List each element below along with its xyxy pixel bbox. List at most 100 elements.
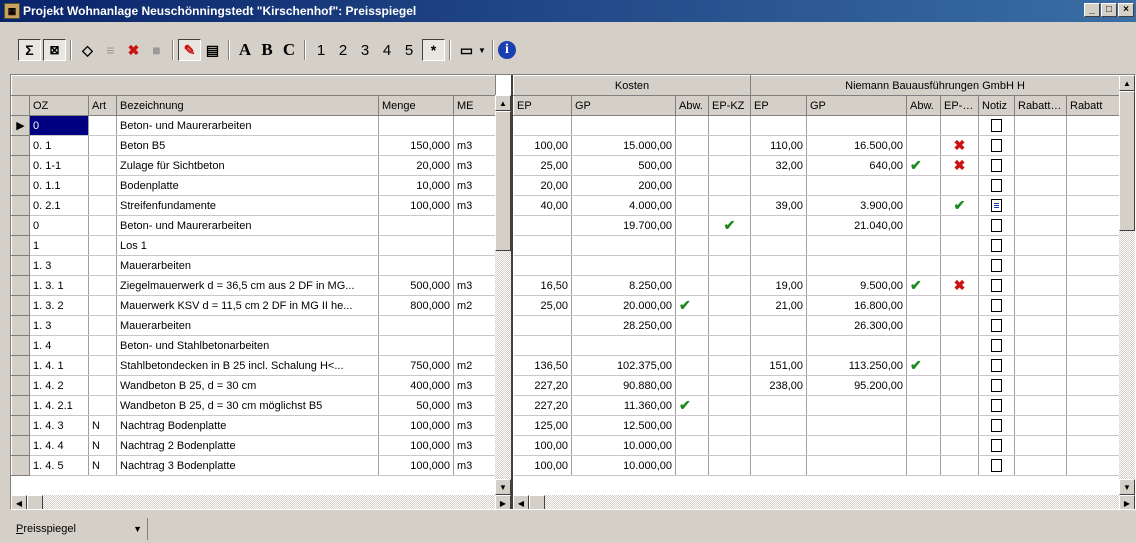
col-header-gp[interactable]: GP [571,95,676,116]
cell-abw[interactable] [675,235,709,256]
cell-notiz[interactable] [978,395,1015,416]
row-indicator[interactable] [11,215,30,236]
cell-epkz-bidder[interactable] [940,395,979,416]
cell-rabatt-percent[interactable] [1014,315,1067,336]
cell-ep[interactable]: 125,00 [513,415,572,436]
cell-epkz[interactable] [708,315,751,336]
cell-abw[interactable] [675,335,709,356]
cell-bezeichnung[interactable]: Bodenplatte [116,175,379,196]
row-indicator[interactable] [11,455,30,476]
cell-abw[interactable]: ✔ [675,395,709,416]
cell-oz[interactable]: 1. 4. 3 [29,415,89,436]
cell-abw-bidder[interactable] [906,435,941,456]
cell-me[interactable] [453,215,497,236]
table-row[interactable]: 1. 3. 2 Mauerwerk KSV d = 11,5 cm 2 DF in… [11,295,497,316]
cell-art[interactable] [88,255,117,276]
cell-gp-bidder[interactable] [806,255,907,276]
cell-epkz-bidder[interactable] [940,295,979,316]
cell-gp-bidder[interactable]: 3.900,00 [806,195,907,216]
table-row[interactable]: 1. 3 Mauerarbeiten [11,315,497,336]
table-row[interactable]: 25,00 20.000,00 ✔ 21,00 16.800,00 [513,295,1121,316]
cell-oz[interactable]: 1. 4. 4 [29,435,89,456]
row-indicator[interactable] [11,355,30,376]
cell-bezeichnung[interactable]: Stahlbetondecken in B 25 incl. Schalung … [116,355,379,376]
cell-epkz[interactable] [708,415,751,436]
cell-notiz[interactable] [978,155,1015,176]
row-indicator[interactable] [11,155,30,176]
table-row[interactable]: 136,50 102.375,00 151,00 113.250,00 ✔ [513,355,1121,376]
cell-notiz[interactable] [978,235,1015,256]
cell-epkz-bidder[interactable] [940,255,979,276]
cell-rabatt-percent[interactable] [1014,355,1067,376]
cell-gp[interactable]: 8.250,00 [571,275,676,296]
hscroll-thumb[interactable] [27,495,43,509]
cell-rabatt-percent[interactable] [1014,455,1067,476]
right-horizontal-scrollbar[interactable]: ◀ ▶ [513,495,1135,509]
chevron-down-icon[interactable]: ▼ [133,524,142,534]
table-row[interactable]: 1. 3 Mauerarbeiten [11,255,497,276]
cell-abw-bidder[interactable] [906,135,941,156]
cell-abw-bidder[interactable] [906,295,941,316]
table-row[interactable]: 100,00 15.000,00 110,00 16.500,00 ✖ [513,135,1121,156]
scroll-right-arrow-icon[interactable]: ▶ [495,495,511,509]
cell-menge[interactable]: 100,000 [378,195,454,216]
cell-art[interactable] [88,275,117,296]
cell-abw[interactable] [675,315,709,336]
cell-gp-bidder[interactable]: 21.040,00 [806,215,907,236]
table-row[interactable]: 1. 3. 1 Ziegelmauerwerk d = 36,5 cm aus 2… [11,275,497,296]
cell-notiz[interactable] [978,315,1015,336]
cell-me[interactable]: m3 [453,395,497,416]
cell-ep[interactable] [513,115,572,136]
table-row[interactable]: 0. 2.1 Streifenfundamente 100,000 m3 [11,195,497,216]
cell-rabatt-percent[interactable] [1014,395,1067,416]
cell-oz[interactable]: 1. 3. 1 [29,275,89,296]
cell-gp-bidder[interactable] [806,395,907,416]
cell-abw[interactable] [675,155,709,176]
row-indicator[interactable] [11,395,30,416]
cell-rabatt[interactable] [1066,455,1121,476]
cell-abw-bidder[interactable]: ✔ [906,355,941,376]
col-header-abw-bidder[interactable]: Abw. [906,95,941,116]
cell-oz[interactable]: 1. 4. 2.1 [29,395,89,416]
cell-rabatt[interactable] [1066,395,1121,416]
cell-notiz[interactable] [978,175,1015,196]
cell-rabatt[interactable] [1066,235,1121,256]
cell-rabatt-percent[interactable] [1014,115,1067,136]
cell-abw-bidder[interactable] [906,375,941,396]
note-icon[interactable] [991,119,1002,132]
cell-bezeichnung[interactable]: Wandbeton B 25, d = 30 cm möglichst B5 [116,395,379,416]
cell-epkz-bidder[interactable] [940,455,979,476]
cell-oz[interactable]: 1. 4 [29,335,89,356]
cell-gp-bidder[interactable] [806,235,907,256]
cell-ep-bidder[interactable] [750,215,807,236]
cell-gp[interactable]: 4.000,00 [571,195,676,216]
cell-abw-bidder[interactable] [906,395,941,416]
row-indicator[interactable] [11,415,30,436]
scroll-thumb[interactable] [1119,91,1135,231]
col-header-abw[interactable]: Abw. [675,95,709,116]
level-2-button[interactable]: 2 [332,42,354,59]
note-icon[interactable] [991,159,1002,172]
cell-gp[interactable]: 15.000,00 [571,135,676,156]
cell-bezeichnung[interactable]: Beton B5 [116,135,379,156]
cell-rabatt-percent[interactable] [1014,235,1067,256]
cell-me[interactable]: m3 [453,155,497,176]
cell-epkz-bidder[interactable] [940,215,979,236]
cell-epkz-bidder[interactable] [940,435,979,456]
cell-epkz-bidder[interactable] [940,235,979,256]
cell-me[interactable] [453,315,497,336]
table-row[interactable]: 1. 4 Beton- und Stahlbetonarbeiten [11,335,497,356]
cell-gp-bidder[interactable] [806,175,907,196]
cell-ep[interactable]: 16,50 [513,275,572,296]
cell-menge[interactable]: 100,000 [378,415,454,436]
cell-ep-bidder[interactable]: 151,00 [750,355,807,376]
cell-epkz[interactable] [708,295,751,316]
cell-epkz[interactable] [708,195,751,216]
cell-bezeichnung[interactable]: Beton- und Maurerarbeiten [116,215,379,236]
cell-ep-bidder[interactable] [750,115,807,136]
cell-epkz-bidder[interactable] [940,315,979,336]
cell-notiz[interactable] [978,255,1015,276]
cell-epkz-bidder[interactable] [940,355,979,376]
note-icon[interactable] [991,259,1002,272]
cell-gp-bidder[interactable]: 95.200,00 [806,375,907,396]
